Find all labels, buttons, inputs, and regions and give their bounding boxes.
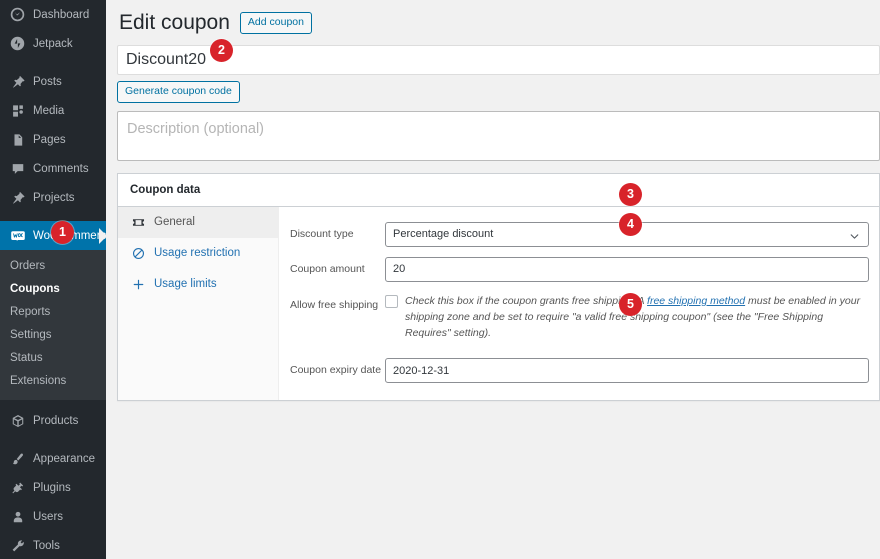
sidebar-item-label: Pages [33, 134, 66, 146]
tab-label: General [154, 215, 195, 230]
field-allow-free-shipping: Allow free shipping Check this box if th… [279, 287, 879, 347]
plus-icon [130, 278, 146, 291]
sidebar-separator [0, 212, 106, 221]
sidebar-separator [0, 58, 106, 67]
coupon-data-body: General Usage restriction Usage limits [118, 207, 879, 401]
callout-badge-4: 4 [619, 213, 642, 236]
products-icon [9, 412, 26, 429]
field-coupon-amount: Coupon amount ? [279, 252, 879, 287]
sidebar-item-tools[interactable]: Tools [0, 531, 106, 559]
coupon-expiry-date-label: Coupon expiry date [279, 358, 385, 378]
description-text-before-link: Check this box if the coupon grants free… [405, 295, 647, 307]
coupon-data-tabs: General Usage restriction Usage limits [118, 207, 279, 401]
free-shipping-method-link[interactable]: free shipping method [647, 295, 745, 307]
coupon-data-panel-title: Coupon data [118, 174, 879, 207]
sidebar-item-dashboard[interactable]: Dashboard [0, 0, 106, 29]
sidebar-item-label: Plugins [33, 482, 71, 494]
sidebar-separator [0, 435, 106, 444]
main-content: Edit coupon Add coupon Generate coupon c… [106, 0, 880, 559]
page-icon [9, 131, 26, 148]
jetpack-icon [9, 35, 26, 52]
sidebar-item-label: Projects [33, 192, 75, 204]
callout-badge-2: 2 [210, 39, 233, 62]
media-icon [9, 102, 26, 119]
coupon-expiry-date-input[interactable] [385, 358, 869, 383]
ticket-icon [130, 216, 146, 229]
sidebar-item-comments[interactable]: Comments [0, 154, 106, 183]
submenu-label: Extensions [10, 375, 66, 387]
coupon-description-textarea[interactable] [117, 111, 880, 161]
sidebar-submenu-extensions[interactable]: Extensions [0, 370, 106, 393]
field-discount-type: Discount type Percentage discount [279, 217, 879, 252]
sidebar-item-plugins[interactable]: Plugins [0, 473, 106, 502]
submenu-label: Settings [10, 329, 52, 341]
sidebar-item-users[interactable]: Users [0, 502, 106, 531]
callout-badge-5: 5 [619, 293, 642, 316]
coupon-data-panel: Coupon data General Usage restriction [117, 173, 880, 402]
dashboard-icon [9, 6, 26, 23]
tab-general[interactable]: General [118, 207, 278, 238]
sidebar-item-projects[interactable]: Projects [0, 183, 106, 212]
sidebar-item-products[interactable]: Products [0, 406, 106, 435]
generate-coupon-code-button[interactable]: Generate coupon code [117, 81, 240, 103]
coupon-amount-label: Coupon amount [279, 257, 385, 277]
plugins-icon [9, 479, 26, 496]
sidebar-item-label: Comments [33, 163, 89, 175]
field-coupon-expiry-date: Coupon expiry date ? [279, 346, 879, 388]
tab-usage-restriction[interactable]: Usage restriction [118, 238, 278, 269]
sidebar-submenu-status[interactable]: Status [0, 347, 106, 370]
tab-label: Usage limits [154, 277, 217, 292]
sidebar-item-label: Products [33, 415, 78, 427]
submenu-label: Orders [10, 260, 45, 272]
tools-icon [9, 537, 26, 554]
sidebar-item-label: Users [33, 511, 63, 523]
tab-label: Usage restriction [154, 246, 240, 261]
admin-screen: Dashboard Jetpack Posts Media Page [0, 0, 880, 559]
admin-sidebar: Dashboard Jetpack Posts Media Page [0, 0, 106, 559]
callout-badge-1: 1 [51, 221, 74, 244]
allow-free-shipping-label: Allow free shipping [279, 293, 385, 313]
discount-type-label: Discount type [279, 222, 385, 242]
sidebar-item-appearance[interactable]: Appearance [0, 444, 106, 473]
callout-badge-3: 3 [619, 183, 642, 206]
sidebar-submenu-reports[interactable]: Reports [0, 301, 106, 324]
page-title: Edit coupon [119, 9, 240, 36]
submenu-label: Status [10, 352, 43, 364]
add-coupon-button[interactable]: Add coupon [240, 12, 312, 34]
brush-icon [9, 450, 26, 467]
allow-free-shipping-checkbox[interactable] [385, 295, 398, 308]
sidebar-submenu-coupons[interactable]: Coupons [0, 278, 106, 301]
sidebar-submenu-settings[interactable]: Settings [0, 324, 106, 347]
page-header: Edit coupon Add coupon [117, 6, 880, 40]
sidebar-submenu-orders[interactable]: Orders [0, 255, 106, 278]
sidebar-item-label: Posts [33, 76, 62, 88]
comment-icon [9, 160, 26, 177]
sidebar-item-label: Jetpack [33, 38, 73, 50]
tab-usage-limits[interactable]: Usage limits [118, 269, 278, 300]
users-icon [9, 508, 26, 525]
sidebar-item-label: Tools [33, 540, 60, 552]
sidebar-submenu-woocommerce: Orders Coupons Reports Settings Status E… [0, 250, 106, 400]
sidebar-item-label: Media [33, 105, 64, 117]
woocommerce-icon [9, 227, 26, 244]
prohibition-icon [130, 247, 146, 260]
coupon-general-fields: Discount type Percentage discount [279, 207, 879, 401]
coupon-amount-input[interactable] [385, 257, 869, 282]
submenu-label: Reports [10, 306, 50, 318]
sidebar-item-media[interactable]: Media [0, 96, 106, 125]
sidebar-item-pages[interactable]: Pages [0, 125, 106, 154]
pin-icon [9, 73, 26, 90]
sidebar-item-label: Dashboard [33, 9, 89, 21]
sidebar-item-label: Appearance [33, 453, 95, 465]
pin-icon [9, 189, 26, 206]
sidebar-item-posts[interactable]: Posts [0, 67, 106, 96]
submenu-label: Coupons [10, 283, 60, 295]
sidebar-item-jetpack[interactable]: Jetpack [0, 29, 106, 58]
